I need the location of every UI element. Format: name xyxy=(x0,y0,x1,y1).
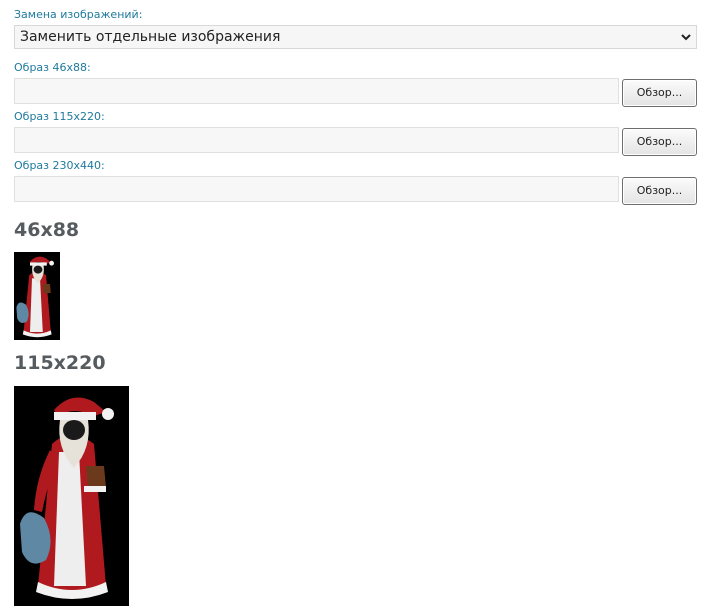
browse-230x440-button[interactable]: Обзор... xyxy=(622,177,697,205)
chevron-down-icon xyxy=(681,34,691,41)
preview-46x88-title: 46x88 xyxy=(14,219,80,241)
preview-115x220-image xyxy=(14,386,129,606)
image-46x88-label: Образ 46x88: xyxy=(14,61,91,74)
browse-115x220-button[interactable]: Обзор... xyxy=(622,128,697,156)
browse-46x88-button[interactable]: Обзор... xyxy=(622,79,697,107)
replace-images-label: Замена изображений: xyxy=(14,8,143,21)
image-230x440-file-input[interactable] xyxy=(14,176,619,202)
image-replacement-form: Замена изображений: Заменить отдельные и… xyxy=(0,0,712,616)
image-115x220-label: Образ 115x220: xyxy=(14,110,105,123)
image-46x88-file-input[interactable] xyxy=(14,78,619,104)
replace-mode-select[interactable]: Заменить отдельные изображения xyxy=(14,25,697,49)
santa-figure-icon xyxy=(14,252,60,340)
preview-115x220-title: 115x220 xyxy=(14,352,106,374)
image-115x220-file-input[interactable] xyxy=(14,127,619,153)
image-230x440-label: Образ 230x440: xyxy=(14,159,105,172)
replace-mode-value: Заменить отдельные изображения xyxy=(20,29,281,45)
preview-46x88-image xyxy=(14,252,60,340)
santa-figure-icon xyxy=(14,386,129,606)
